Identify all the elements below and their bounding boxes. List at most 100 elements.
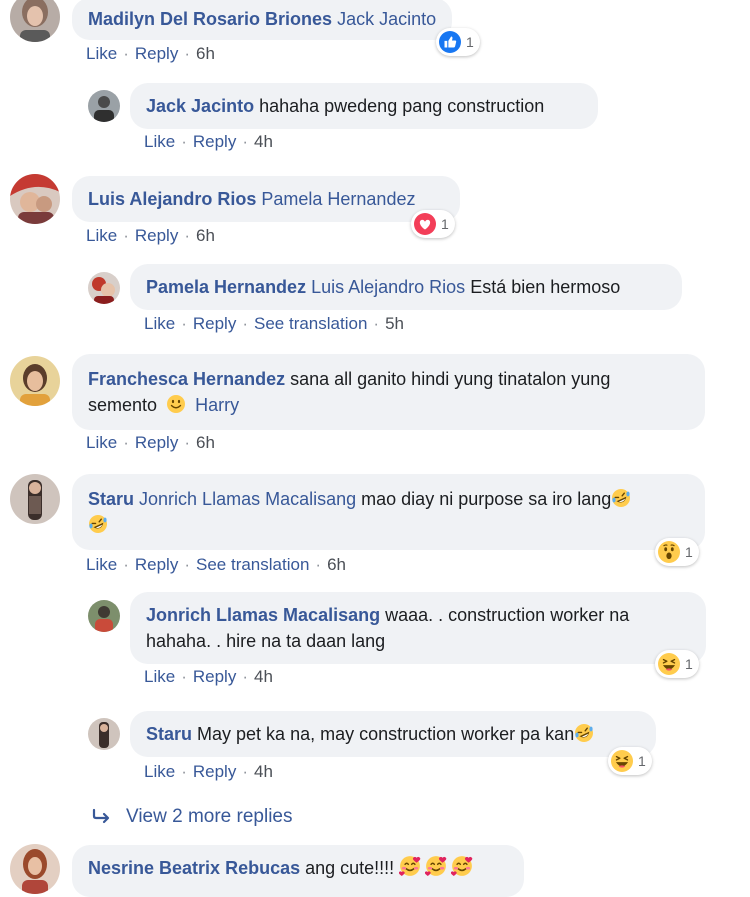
timestamp[interactable]: 6h [327, 555, 346, 574]
comment-author[interactable]: Luis Alejandro Rios [88, 189, 256, 209]
smiling-hearts-emoji [451, 855, 473, 877]
separator: · [123, 433, 129, 452]
avatar[interactable] [88, 600, 120, 632]
reaction-badge[interactable]: 1 [608, 747, 652, 775]
reply-link[interactable]: Reply [135, 433, 178, 452]
like-link[interactable]: Like [144, 667, 175, 686]
comment-text: sana all ganito hindi yung tinatalon yun… [290, 369, 611, 389]
comment-author[interactable]: Jonrich Llamas Macalisang [146, 605, 380, 625]
avatar[interactable] [88, 272, 120, 304]
tagged-user[interactable]: Jack Jacinto [337, 9, 436, 29]
separator: · [123, 226, 129, 245]
tagged-user[interactable]: Jonrich Llamas Macalisang [139, 489, 356, 509]
reaction-count: 1 [638, 753, 646, 769]
comment-actions: Like · Reply · 6h [86, 44, 215, 64]
reply-arrow-icon [92, 808, 110, 824]
timestamp[interactable]: 6h [196, 433, 215, 452]
separator: · [181, 762, 187, 781]
separator: · [123, 555, 129, 574]
avatar[interactable] [10, 174, 60, 224]
love-icon [414, 213, 436, 235]
reaction-badge[interactable]: 1 [411, 210, 455, 238]
comment-author[interactable]: Franchesca Hernandez [88, 369, 285, 389]
reply-link[interactable]: Reply [193, 314, 236, 333]
comment-author[interactable]: Pamela Hernandez [146, 277, 306, 297]
comment-bubble: Nesrine Beatrix Rebucas ang cute!!!! [72, 845, 524, 897]
avatar[interactable] [10, 844, 60, 894]
timestamp[interactable]: 6h [196, 226, 215, 245]
like-link[interactable]: Like [86, 44, 117, 63]
reply-link[interactable]: Reply [135, 555, 178, 574]
smile-icon [166, 394, 186, 414]
tagged-user[interactable]: Luis Alejandro Rios [311, 277, 465, 297]
like-link[interactable]: Like [144, 132, 175, 151]
separator: · [242, 762, 248, 781]
separator: · [184, 226, 190, 245]
separator: · [184, 44, 190, 63]
reply-link[interactable]: Reply [193, 762, 236, 781]
avatar[interactable] [88, 718, 120, 750]
comment-actions: Like · Reply · See translation · 5h [144, 314, 404, 334]
comment-bubble: Jack Jacinto hahaha pwedeng pang constru… [130, 83, 598, 129]
comment-bubble: Staru May pet ka na, may construction wo… [130, 711, 656, 757]
view-more-replies-label: View 2 more replies [126, 806, 293, 827]
comment-text: waaa. . construction worker na [385, 605, 630, 625]
avatar[interactable] [10, 0, 60, 42]
like-link[interactable]: Like [144, 314, 175, 333]
separator: · [184, 555, 190, 574]
rofl-emoji [88, 514, 108, 534]
reply-link[interactable]: Reply [135, 44, 178, 63]
comment-bubble: Staru Jonrich Llamas Macalisang mao diay… [72, 474, 705, 550]
separator: · [315, 555, 322, 574]
avatar[interactable] [10, 474, 60, 524]
avatar[interactable] [88, 90, 120, 122]
reaction-badge[interactable]: 1 [655, 538, 699, 566]
separator: · [184, 433, 190, 452]
comment-actions: Like · Reply · 4h [144, 132, 273, 152]
reaction-count: 1 [685, 656, 693, 672]
reply-link[interactable]: Reply [193, 132, 236, 151]
comment-text: ang cute!!!! [305, 858, 395, 878]
haha-icon [611, 750, 633, 772]
reaction-badge[interactable]: 1 [655, 650, 699, 678]
comment-actions: Like · Reply · 4h [144, 667, 273, 687]
comment-author[interactable]: Staru [146, 724, 192, 744]
like-link[interactable]: Like [86, 433, 117, 452]
reaction-count: 1 [466, 34, 474, 50]
timestamp[interactable]: 4h [254, 667, 273, 686]
like-link[interactable]: Like [86, 555, 117, 574]
see-translation-link[interactable]: See translation [196, 555, 309, 574]
comment-author[interactable]: Nesrine Beatrix Rebucas [88, 858, 300, 878]
view-more-replies-link[interactable]: View 2 more replies [92, 806, 293, 828]
timestamp[interactable]: 5h [385, 314, 404, 333]
separator: · [242, 132, 248, 151]
separator: · [242, 314, 248, 333]
comment-author[interactable]: Jack Jacinto [146, 96, 254, 116]
see-translation-link[interactable]: See translation [254, 314, 367, 333]
comment-text: hahaha pwedeng pang construction [259, 96, 545, 116]
separator: · [373, 314, 380, 333]
separator: · [181, 132, 187, 151]
separator: · [242, 667, 248, 686]
comment-text: May pet ka na, may construction worker p… [197, 724, 575, 744]
like-link[interactable]: Like [144, 762, 175, 781]
comment-author[interactable]: Staru [88, 489, 134, 509]
timestamp[interactable]: 6h [196, 44, 215, 63]
tagged-user[interactable]: Pamela Hernandez [261, 189, 415, 209]
comment-author[interactable]: Madilyn Del Rosario Briones [88, 9, 332, 29]
reaction-badge[interactable]: 1 [436, 28, 480, 56]
like-link[interactable]: Like [86, 226, 117, 245]
tagged-user[interactable]: Harry [195, 395, 239, 415]
reaction-count: 1 [441, 216, 449, 232]
timestamp[interactable]: 4h [254, 762, 273, 781]
separator: · [123, 44, 129, 63]
smiling-hearts-emoji [399, 855, 421, 877]
rofl-emoji [611, 488, 631, 508]
comment-actions: Like · Reply · See translation · 6h [86, 555, 346, 575]
reply-link[interactable]: Reply [135, 226, 178, 245]
avatar[interactable] [10, 356, 60, 406]
smiling-hearts-emoji [425, 855, 447, 877]
timestamp[interactable]: 4h [254, 132, 273, 151]
reply-link[interactable]: Reply [193, 667, 236, 686]
rofl-emoji [574, 723, 594, 743]
